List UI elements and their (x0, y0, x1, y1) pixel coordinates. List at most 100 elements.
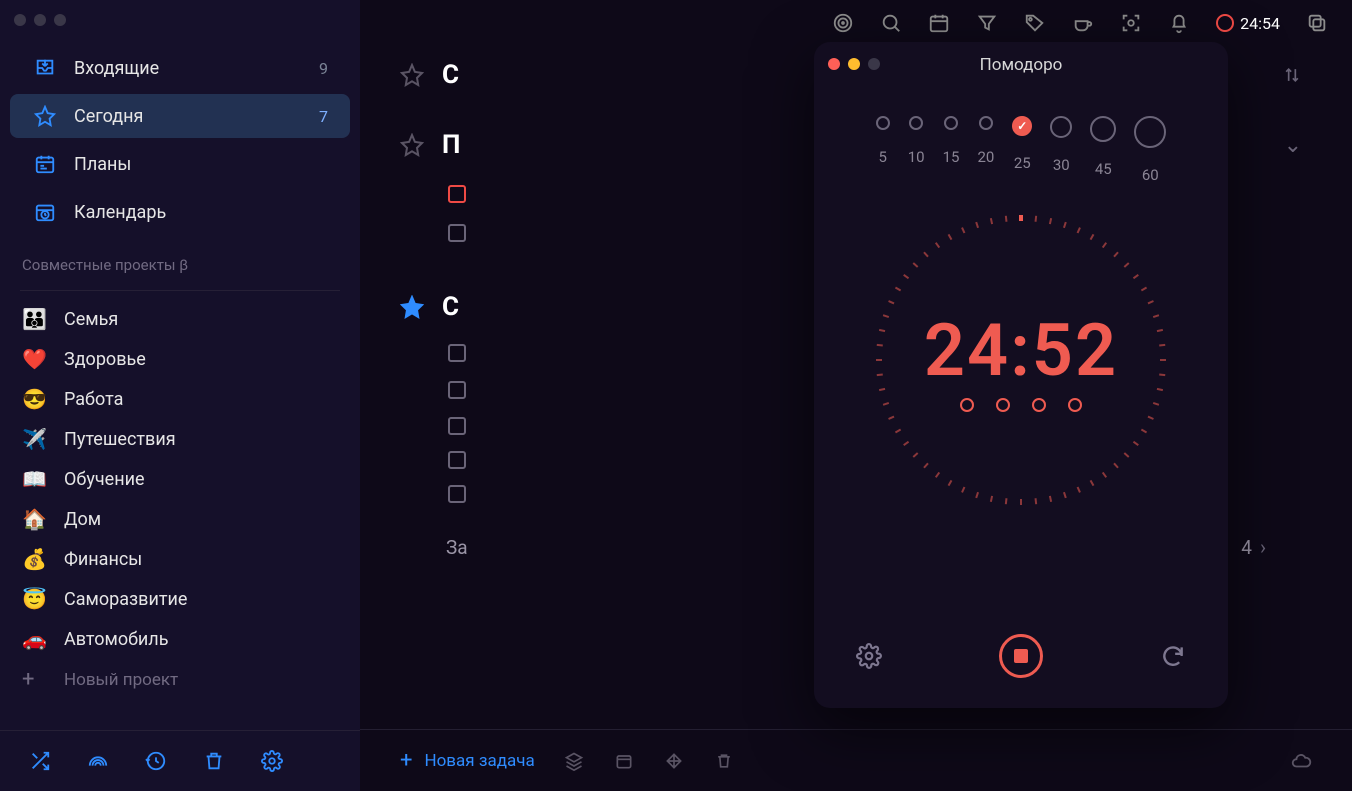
sidebar-section-label: Совместные проекты β (0, 236, 360, 282)
duration-option[interactable]: 15 (943, 116, 960, 184)
sort-icon[interactable] (1282, 65, 1312, 85)
window-traffic-lights[interactable] (14, 14, 66, 26)
rainbow-icon[interactable] (86, 749, 110, 773)
history-icon[interactable] (144, 749, 168, 773)
checkbox[interactable] (448, 417, 466, 435)
project-label: Семья (64, 309, 118, 330)
sidebar-footer (0, 730, 360, 791)
nav-label: Календарь (74, 202, 166, 223)
new-project-label: Новый проект (64, 670, 178, 690)
duration-option[interactable]: 30 (1050, 116, 1072, 184)
new-task-label: Новая задача (424, 751, 534, 771)
session-dots (960, 398, 1082, 412)
duration-label: 45 (1095, 160, 1112, 178)
tag-icon[interactable] (1024, 12, 1046, 34)
project-emoji: 😇 (22, 587, 48, 611)
copy-icon[interactable] (1306, 12, 1328, 34)
project-item[interactable]: 🚗Автомобиль (0, 619, 360, 659)
pomodoro-settings-icon[interactable] (850, 637, 888, 675)
completed-label: За (446, 536, 468, 559)
project-item[interactable]: 👪 Семья (0, 299, 360, 339)
project-item[interactable]: 😇 Саморазвитие (0, 579, 360, 619)
nav-label: Планы (74, 154, 131, 175)
project-label: Финансы (64, 549, 142, 570)
project-emoji: 👪 (22, 307, 48, 331)
minimize-icon[interactable] (848, 58, 860, 70)
chevron-right-icon[interactable]: › (1260, 535, 1266, 559)
pomodoro-mini-time: 24:54 (1240, 14, 1280, 33)
duration-option[interactable]: 5 (876, 116, 890, 184)
cloud-icon[interactable] (1290, 750, 1312, 772)
checkbox[interactable] (448, 185, 466, 203)
project-emoji: 📖 (22, 467, 48, 491)
coffee-icon[interactable] (1072, 12, 1094, 34)
duration-option[interactable]: 25 (1012, 116, 1032, 184)
pomodoro-mini-timer[interactable]: 24:54 (1216, 14, 1280, 33)
nav-label: Входящие (74, 58, 159, 79)
settings-icon[interactable] (260, 749, 284, 773)
checkbox[interactable] (448, 224, 466, 242)
project-item[interactable]: 😎Работа (0, 379, 360, 419)
layers-icon[interactable] (563, 750, 585, 772)
trash-small-icon[interactable] (713, 750, 735, 772)
scan-icon[interactable] (1120, 12, 1142, 34)
nav-calendar[interactable]: Календарь (10, 190, 350, 234)
chevron-down-icon[interactable]: ⌄ (1284, 133, 1312, 158)
nav-plans[interactable]: Планы (10, 142, 350, 186)
duration-label: 5 (878, 148, 886, 166)
stop-button[interactable] (999, 634, 1043, 678)
star-filled-icon[interactable] (400, 295, 424, 319)
checkbox[interactable] (448, 381, 466, 399)
filter-icon[interactable] (976, 12, 998, 34)
trash-icon[interactable] (202, 749, 226, 773)
project-label: Саморазвитие (64, 589, 187, 610)
calendar-icon[interactable] (928, 12, 950, 34)
shuffle-icon[interactable] (28, 749, 52, 773)
session-dot (996, 398, 1010, 412)
project-item[interactable]: 🏠Дом (0, 499, 360, 539)
maximize-icon[interactable] (868, 58, 880, 70)
completed-count: 4 (1241, 536, 1260, 559)
duration-option[interactable]: 10 (908, 116, 925, 184)
checkbox[interactable] (448, 451, 466, 469)
nav-today[interactable]: Сегодня 7 (10, 94, 350, 138)
duration-circle-icon (876, 116, 890, 130)
checkbox[interactable] (448, 485, 466, 503)
new-task-button[interactable]: + Новая задача (400, 748, 535, 773)
modal-traffic-lights[interactable] (828, 58, 880, 70)
duration-option[interactable]: 45 (1090, 116, 1116, 184)
duration-option[interactable]: 20 (977, 116, 994, 184)
duration-option[interactable]: 60 (1134, 116, 1166, 184)
project-item[interactable]: ❤️Здоровье (0, 339, 360, 379)
checkbox[interactable] (448, 344, 466, 362)
reset-icon[interactable] (1154, 637, 1192, 675)
pomodoro-mini-circle-icon (1216, 14, 1234, 32)
target-icon[interactable] (832, 12, 854, 34)
star-outline-icon[interactable] (400, 133, 424, 157)
star-outline-icon[interactable] (400, 63, 424, 87)
project-label: Автомобиль (64, 629, 168, 650)
nav-inbox[interactable]: Входящие 9 (10, 46, 350, 90)
project-emoji: 💰 (22, 547, 48, 571)
close-icon[interactable] (828, 58, 840, 70)
project-item[interactable]: ✈️Путешествия (0, 419, 360, 459)
inbox-icon (32, 55, 58, 81)
project-item[interactable]: 💰 Финансы (0, 539, 360, 579)
plus-icon: + (22, 667, 48, 692)
move-icon[interactable] (663, 750, 685, 772)
calendar-small-icon[interactable] (613, 750, 635, 772)
calendar-clock-icon (32, 199, 58, 225)
duration-label: 60 (1142, 166, 1159, 184)
section-title: П (442, 130, 460, 160)
session-dot (1032, 398, 1046, 412)
project-label: Здоровье (64, 349, 146, 370)
search-icon[interactable] (880, 12, 902, 34)
project-label: Дом (64, 509, 101, 530)
bell-icon[interactable] (1168, 12, 1190, 34)
project-label: Работа (64, 389, 123, 410)
sidebar: Входящие 9 Сегодня 7 Планы Календарь Сов… (0, 0, 360, 791)
plus-icon: + (400, 748, 412, 773)
project-item[interactable]: 📖Обучение (0, 459, 360, 499)
pomodoro-header: Помодоро (814, 42, 1228, 88)
new-project-button[interactable]: + Новый проект (0, 659, 360, 700)
